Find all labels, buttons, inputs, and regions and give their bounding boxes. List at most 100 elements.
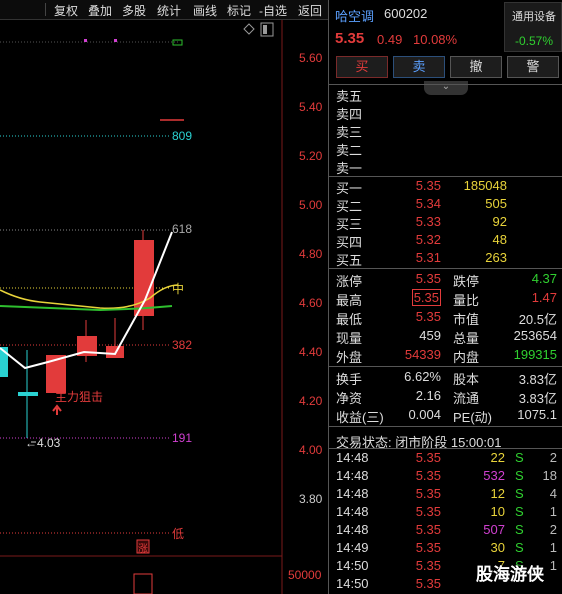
stat-label: 外盘 [336,350,363,365]
tick-time: 14:48 [336,486,369,501]
price-tick: 5.20 [299,149,323,163]
fib-label-382: 382 [172,338,193,352]
price-tick: 5.00 [299,198,323,212]
stat-value: 1.47 [531,290,557,305]
sell-button[interactable]: 卖 [393,56,445,78]
volume-tick: 50000 [288,568,322,582]
stat-label: 收益(三) [336,410,384,425]
tick-row: 14:48 5.35 507 S 2 [329,521,562,539]
stat-value: 4.37 [531,271,557,286]
tick-price: 5.35 [415,450,441,465]
stat-label: 股本 [453,372,480,387]
sector-box[interactable]: 通用设备 -0.57% [504,2,562,52]
ask-row: 卖一 [329,157,562,176]
price-tick: 4.20 [299,394,323,408]
toolbar-fuquan-button[interactable]: 复权 [54,2,78,19]
tick-volume: 532 [483,468,505,483]
stat-label: 量比 [453,293,480,308]
bid-row[interactable]: 买一 5.35 185048 [329,177,562,196]
tick-volume: 22 [490,450,505,465]
tick-price: 5.35 [415,558,441,573]
price-tick: 3.80 [299,492,323,506]
stat-value: 199315 [513,347,557,362]
toolbar-watchlist-button[interactable]: -自选 [259,2,287,19]
stock-code: 600202 [384,6,428,21]
fib-label-618: 618 [172,222,193,236]
diamond-icon[interactable] [243,23,255,35]
divider [329,366,562,367]
stat-label: 内盘 [453,350,480,365]
bid-label: 买五 [336,253,363,268]
tick-price: 5.35 [415,486,441,501]
toolbar-overlay-button[interactable]: 叠加 [88,2,112,19]
divider [329,426,562,427]
tick-time: 14:48 [336,468,369,483]
price-tick: 5.60 [299,51,323,65]
stat-label: 最高 [336,293,363,308]
bid-row[interactable]: 买四 5.32 48 [329,231,562,250]
tick-volume: 12 [490,486,505,501]
stat-row: 最高 5.35 量比 1.47 [329,289,562,308]
tick-time: 14:49 [336,540,369,555]
bid-row[interactable]: 买五 5.31 263 [329,249,562,268]
candle [18,350,38,438]
kline-chart-area[interactable]: 复权 叠加 多股 统计 画线 标记 -自选 返回 5.60 5.40 5.20 … [0,0,328,594]
bid-volume: 185048 [463,178,507,193]
tick-side: S [515,522,524,537]
stat-value: 5.35 [415,309,441,324]
quote-panel: 哈空调 600202 通用设备 -0.57% 5.35 0.49 10.08% … [328,0,562,594]
high-price-boxed: 5.35 [411,289,441,306]
price-tick: 4.40 [299,345,323,359]
stat-value: 253654 [513,328,557,343]
bid-row[interactable]: 买二 5.34 505 [329,195,562,214]
toolbar-separator [45,3,46,16]
price-change-percent: 10.08% [413,32,458,47]
bid-volume: 92 [492,214,507,229]
candle [77,320,97,362]
tick-volume: 30 [490,540,505,555]
panel-toggle-icon[interactable] [260,22,274,37]
alert-button[interactable]: 警 [507,56,559,78]
stat-value: 1075.1 [517,407,557,422]
tick-price: 5.35 [415,468,441,483]
tick-count: 2 [549,450,557,465]
ask-row: 卖五 [329,85,562,104]
stat-label: PE(动) [453,410,493,425]
price-plot[interactable] [0,20,328,594]
tick-time: 14:50 [336,576,369,591]
toolbar-back-button[interactable]: 返回 [298,2,322,19]
toolbar-drawline-button[interactable]: 画线 [193,2,217,19]
tick-price: 5.35 [415,576,441,591]
bid-price: 5.35 [415,178,441,193]
toolbar-stats-button[interactable]: 统计 [157,2,181,19]
bid-price: 5.32 [415,232,441,247]
cancel-order-button[interactable]: 撤 [450,56,502,78]
stat-label: 市值 [453,312,480,327]
stat-value: 3.83亿 [518,391,557,406]
tick-time: 14:48 [336,504,369,519]
stat-value: 3.83亿 [518,372,557,387]
stat-value: 5.35 [379,289,441,306]
toolbar-multistock-button[interactable]: 多股 [122,2,146,19]
tick-price: 5.35 [415,540,441,555]
buy-button[interactable]: 买 [336,56,388,78]
chart-annotation: 主力狙击 [55,390,104,404]
bid-volume: 48 [492,232,507,247]
bid-row[interactable]: 买三 5.33 92 [329,213,562,232]
tick-count: 1 [549,540,557,555]
stat-value: 2.16 [415,388,441,403]
tick-side: S [515,540,524,555]
stat-value: 6.62% [404,369,441,384]
stat-value: 54339 [404,347,441,362]
stat-label: 净资 [336,391,363,406]
stat-row: 外盘 54339 内盘 199315 [329,346,562,365]
tick-count: 18 [542,468,557,483]
marker-dot [114,39,117,42]
toolbar-mark-button[interactable]: 标记 [227,2,251,19]
stock-name[interactable]: 哈空调 [335,6,374,25]
price-tick: 4.80 [299,247,323,261]
bid-price: 5.33 [415,214,441,229]
ask-row: 卖四 [329,103,562,122]
low-price-marker: ←4.03 [25,436,61,450]
price-tick: 5.40 [299,100,323,114]
